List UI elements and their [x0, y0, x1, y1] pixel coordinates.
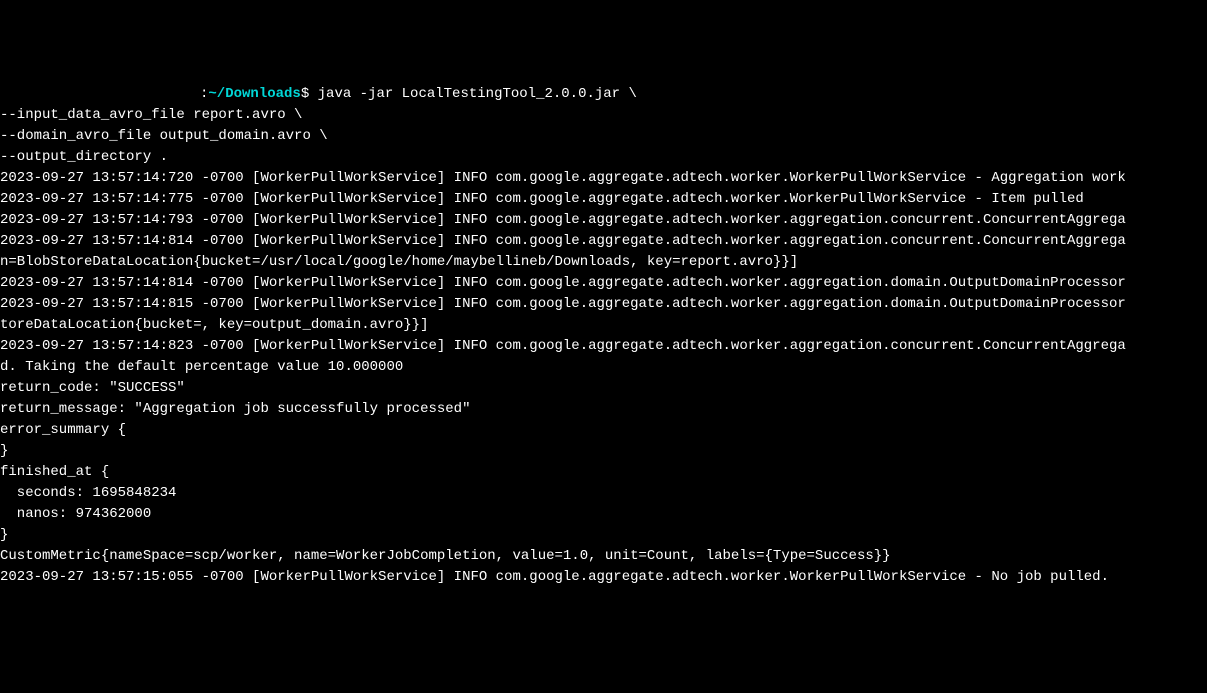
log-line-16: seconds: 1695848234: [0, 483, 1207, 504]
command-line-2: --input_data_avro_file report.avro \: [0, 105, 1207, 126]
log-line-9: 2023-09-27 13:57:14:823 -0700 [WorkerPul…: [0, 336, 1207, 357]
log-line-2: 2023-09-27 13:57:14:775 -0700 [WorkerPul…: [0, 189, 1207, 210]
log-line-14: }: [0, 441, 1207, 462]
command-line-3: --domain_avro_file output_domain.avro \: [0, 126, 1207, 147]
prompt-dollar: $: [301, 86, 309, 102]
log-line-4: 2023-09-27 13:57:14:814 -0700 [WorkerPul…: [0, 231, 1207, 252]
log-line-5: n=BlobStoreDataLocation{bucket=/usr/loca…: [0, 252, 1207, 273]
log-line-7: 2023-09-27 13:57:14:815 -0700 [WorkerPul…: [0, 294, 1207, 315]
log-line-20: CustomMetric{nameSpace=scp/worker, name=…: [0, 546, 1207, 567]
log-line-15: finished_at {: [0, 462, 1207, 483]
log-line-6: 2023-09-27 13:57:14:814 -0700 [WorkerPul…: [0, 273, 1207, 294]
log-line-18: }: [0, 525, 1207, 546]
log-line-21: 2023-09-27 13:57:15:055 -0700 [WorkerPul…: [0, 567, 1207, 588]
command-line-4: --output_directory .: [0, 147, 1207, 168]
log-line-13: error_summary {: [0, 420, 1207, 441]
redacted-user-host: [0, 84, 200, 105]
log-line-12: return_message: "Aggregation job success…: [0, 399, 1207, 420]
prompt-line: :~/Downloads$ java -jar LocalTestingTool…: [0, 84, 1207, 105]
log-line-10: d. Taking the default percentage value 1…: [0, 357, 1207, 378]
log-line-3: 2023-09-27 13:57:14:793 -0700 [WorkerPul…: [0, 210, 1207, 231]
prompt-path: ~/Downloads: [208, 86, 300, 102]
command-line-1: java -jar LocalTestingTool_2.0.0.jar \: [309, 86, 637, 102]
terminal-output[interactable]: :~/Downloads$ java -jar LocalTestingTool…: [0, 84, 1207, 588]
log-line-8: toreDataLocation{bucket=, key=output_dom…: [0, 315, 1207, 336]
log-line-17: nanos: 974362000: [0, 504, 1207, 525]
log-line-11: return_code: "SUCCESS": [0, 378, 1207, 399]
log-line-1: 2023-09-27 13:57:14:720 -0700 [WorkerPul…: [0, 168, 1207, 189]
